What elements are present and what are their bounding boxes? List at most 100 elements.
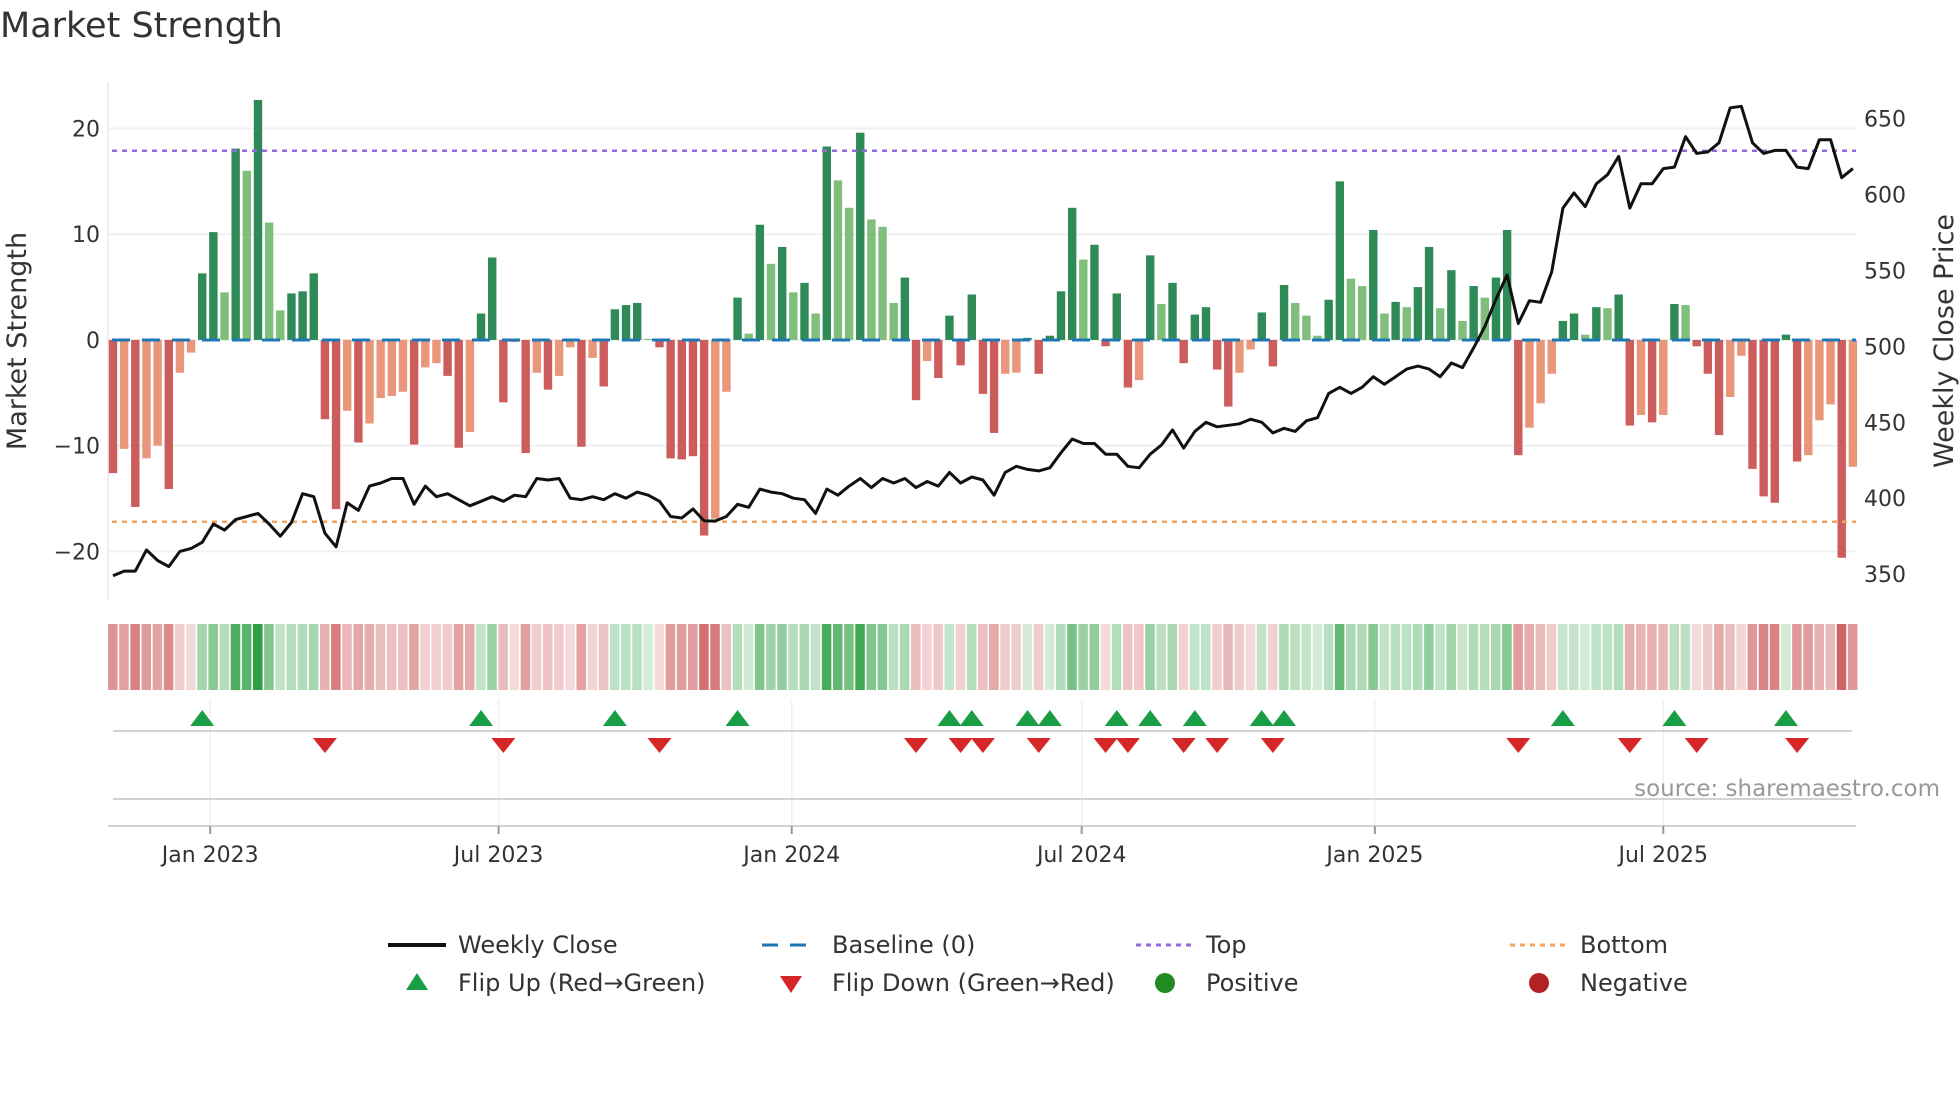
strength-bar-positive: [1592, 307, 1601, 340]
heat-strip-cell: [554, 624, 564, 690]
heat-strip-cell: [933, 624, 943, 690]
heat-strip-cell: [855, 624, 865, 690]
strength-bar-positive: [945, 315, 954, 340]
strength-bar-negative: [186, 339, 196, 353]
strength-bar-positive: [1112, 293, 1121, 340]
strength-bar-positive: [1402, 307, 1411, 340]
strength-bar-negative: [1815, 339, 1824, 421]
source-note: source: sharemaestro.com: [1634, 776, 1940, 802]
heat-strip-cell: [1457, 624, 1468, 690]
heat-strip-cell: [1312, 624, 1323, 690]
strength-bar-positive: [276, 310, 285, 340]
heat-strip-cell: [1513, 624, 1523, 690]
triangle-up-icon: [406, 973, 428, 990]
heat-strip-cell: [1435, 624, 1445, 690]
heat-strip-cell: [899, 624, 910, 690]
heat-strip-cell: [442, 624, 453, 690]
heat-strip-cell: [1524, 624, 1535, 690]
flip-down-marker: [1506, 738, 1531, 753]
heat-strip-cell: [286, 624, 297, 690]
heat-strip-cell: [1401, 624, 1412, 690]
heat-strip-cell: [342, 624, 352, 690]
heat-strip-cell: [743, 624, 754, 690]
heat-strip-cell: [1122, 624, 1133, 690]
strength-bar-negative: [1759, 339, 1768, 497]
flip-down-marker: [1026, 738, 1051, 753]
heat-strip-cell: [1658, 624, 1668, 690]
strength-bar-positive: [1291, 302, 1300, 340]
y-right-tick-label: 650: [1864, 107, 1906, 132]
strength-bar-positive: [198, 273, 207, 340]
strength-bar-negative: [532, 339, 542, 373]
legend-item-dot-orange: Bottom: [1510, 931, 1668, 959]
heat-strip-cell: [609, 624, 620, 690]
heat-strip-cell: [130, 624, 140, 690]
heat-strip-cell: [476, 624, 486, 690]
heat-strip-cell: [1814, 624, 1824, 690]
heat-strip-cell: [1546, 624, 1557, 690]
strength-bar-positive: [811, 313, 820, 340]
strength-bar-negative: [119, 339, 129, 449]
heat-strip-cell: [877, 624, 888, 690]
flip-up-marker: [1550, 710, 1575, 726]
legend-item-tri-up: Flip Up (Red→Green): [406, 969, 706, 997]
flip-down-marker: [1205, 738, 1230, 753]
strength-bar-positive: [800, 282, 809, 340]
strength-bar-negative: [1012, 339, 1021, 373]
circle-icon: [1155, 973, 1175, 993]
strength-bar-positive: [488, 257, 497, 340]
heat-strip-cell: [509, 624, 520, 690]
heat-strip-cell: [1290, 624, 1300, 690]
heat-strip-cell: [1033, 624, 1044, 690]
strength-bar-negative: [1123, 339, 1133, 388]
heat-strip-cell: [1223, 624, 1233, 690]
heat-strip-cell: [1056, 624, 1066, 690]
heat-strip-cell: [1178, 624, 1189, 690]
strength-bar-negative: [175, 339, 185, 373]
flip-up-marker: [1015, 710, 1040, 726]
heat-strip-cell: [1792, 624, 1802, 690]
heat-strip-cell: [1134, 624, 1144, 690]
heat-strip-cell: [1803, 624, 1813, 690]
heat-strip-cell: [487, 624, 497, 690]
heat-strip-cell: [1702, 624, 1713, 690]
strength-bar-positive: [844, 207, 854, 340]
heat-strip-cell: [219, 624, 230, 690]
strength-bar-negative: [1804, 339, 1813, 456]
strength-bar-negative: [432, 339, 441, 364]
strength-bar-positive: [967, 294, 976, 340]
flip-down-marker: [948, 738, 973, 753]
heat-strip-cell: [710, 624, 720, 690]
strength-bar-positive: [878, 226, 887, 340]
heat-strip-cell: [409, 624, 419, 690]
flip-down-marker: [1171, 738, 1196, 753]
strength-bar-positive: [242, 170, 252, 340]
strength-bar-negative: [164, 339, 173, 489]
strength-bar-negative: [956, 339, 965, 366]
flip-down-marker: [1115, 738, 1140, 753]
legend-label: Flip Down (Green→Red): [832, 969, 1115, 997]
heat-strip-cell: [565, 624, 575, 690]
strength-bar-negative: [465, 339, 475, 432]
heat-strip-cell: [186, 624, 196, 690]
heat-strip-cell: [832, 624, 843, 690]
heat-strip-cell: [1357, 624, 1367, 690]
strength-bar-negative: [1792, 339, 1802, 462]
strength-bar-negative: [722, 339, 731, 392]
y-right-axis-title: Weekly Close Price: [1929, 214, 1960, 468]
legend-item-circle-green: Positive: [1155, 969, 1299, 997]
heat-strip-cell: [1624, 624, 1635, 690]
strength-bar-positive: [309, 273, 318, 340]
heat-strip-cell: [955, 624, 966, 690]
heat-strip-cell: [1078, 624, 1088, 690]
strength-bar-positive: [1324, 299, 1333, 340]
y-left-tick-label: −10: [54, 435, 100, 460]
heat-strip-cell: [1089, 624, 1100, 690]
heat-strip-cell: [576, 624, 587, 690]
strength-bar-negative: [588, 339, 597, 358]
strength-bar-positive: [1447, 270, 1456, 340]
heat-strip-cell: [1201, 624, 1211, 690]
heat-strip-cell: [1323, 624, 1334, 690]
strength-bar-positive: [1558, 320, 1568, 340]
strength-bar-positive: [1357, 286, 1367, 340]
